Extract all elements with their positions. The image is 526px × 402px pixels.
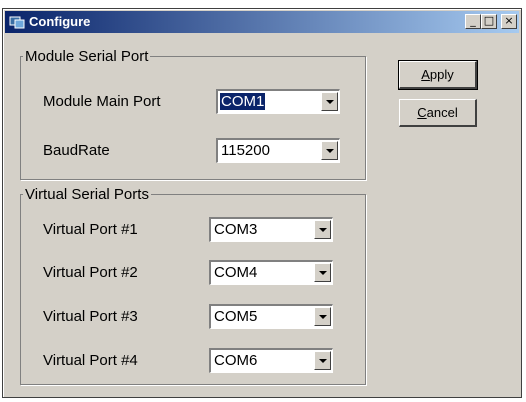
apply-button[interactable]: Apply (398, 60, 478, 90)
virtual-port-3-value: COM5 (214, 308, 258, 325)
virtual-port-4-label: Virtual Port #4 (43, 352, 138, 369)
virtual-port-3-label: Virtual Port #3 (43, 308, 138, 325)
virtual-group-legend: Virtual Serial Ports (25, 186, 149, 203)
chevron-down-icon[interactable] (314, 351, 331, 370)
baudrate-value: 115200 (221, 142, 270, 159)
module-group-legend: Module Serial Port (25, 48, 149, 65)
chevron-down-icon[interactable] (314, 220, 331, 239)
virtual-port-1-value: COM3 (214, 221, 258, 238)
configure-dialog: Configure _ □ × Module Serial Port Modul… (2, 8, 522, 398)
app-icon (9, 16, 25, 29)
virtual-port-2-label: Virtual Port #2 (43, 264, 138, 281)
maximize-icon: □ (483, 14, 495, 27)
virtual-port-2-select[interactable]: COM4 (209, 260, 333, 285)
maximize-button[interactable]: □ (481, 14, 497, 29)
minimize-button[interactable]: _ (465, 14, 481, 29)
virtual-port-1-select[interactable]: COM3 (209, 217, 333, 242)
virtual-port-2-value: COM4 (214, 264, 258, 281)
apply-mnemonic: A (421, 67, 430, 82)
window-title: Configure (29, 14, 91, 29)
chevron-down-icon[interactable] (314, 307, 331, 326)
baudrate-select[interactable]: 115200 (216, 138, 340, 163)
chevron-down-icon[interactable] (314, 263, 331, 282)
apply-label-rest: pply (429, 67, 454, 82)
close-button[interactable]: × (501, 14, 517, 29)
virtual-port-4-select[interactable]: COM6 (209, 348, 333, 373)
chevron-down-icon[interactable] (321, 92, 338, 111)
module-main-port-value: COM1 (220, 93, 266, 110)
module-main-port-label: Module Main Port (43, 93, 161, 110)
baudrate-label: BaudRate (43, 142, 110, 159)
cancel-button[interactable]: Cancel (399, 99, 477, 127)
module-main-port-select[interactable]: COM1 (216, 89, 340, 114)
chevron-down-icon[interactable] (321, 141, 338, 160)
virtual-port-1-label: Virtual Port #1 (43, 221, 138, 238)
virtual-port-4-value: COM6 (214, 352, 258, 369)
title-bar[interactable]: Configure _ □ × (5, 11, 519, 33)
close-icon: × (504, 14, 514, 27)
minimize-icon: _ (470, 14, 476, 27)
virtual-port-3-select[interactable]: COM5 (209, 304, 333, 329)
cancel-label-rest: ancel (426, 105, 458, 120)
cancel-mnemonic: C (417, 105, 427, 120)
